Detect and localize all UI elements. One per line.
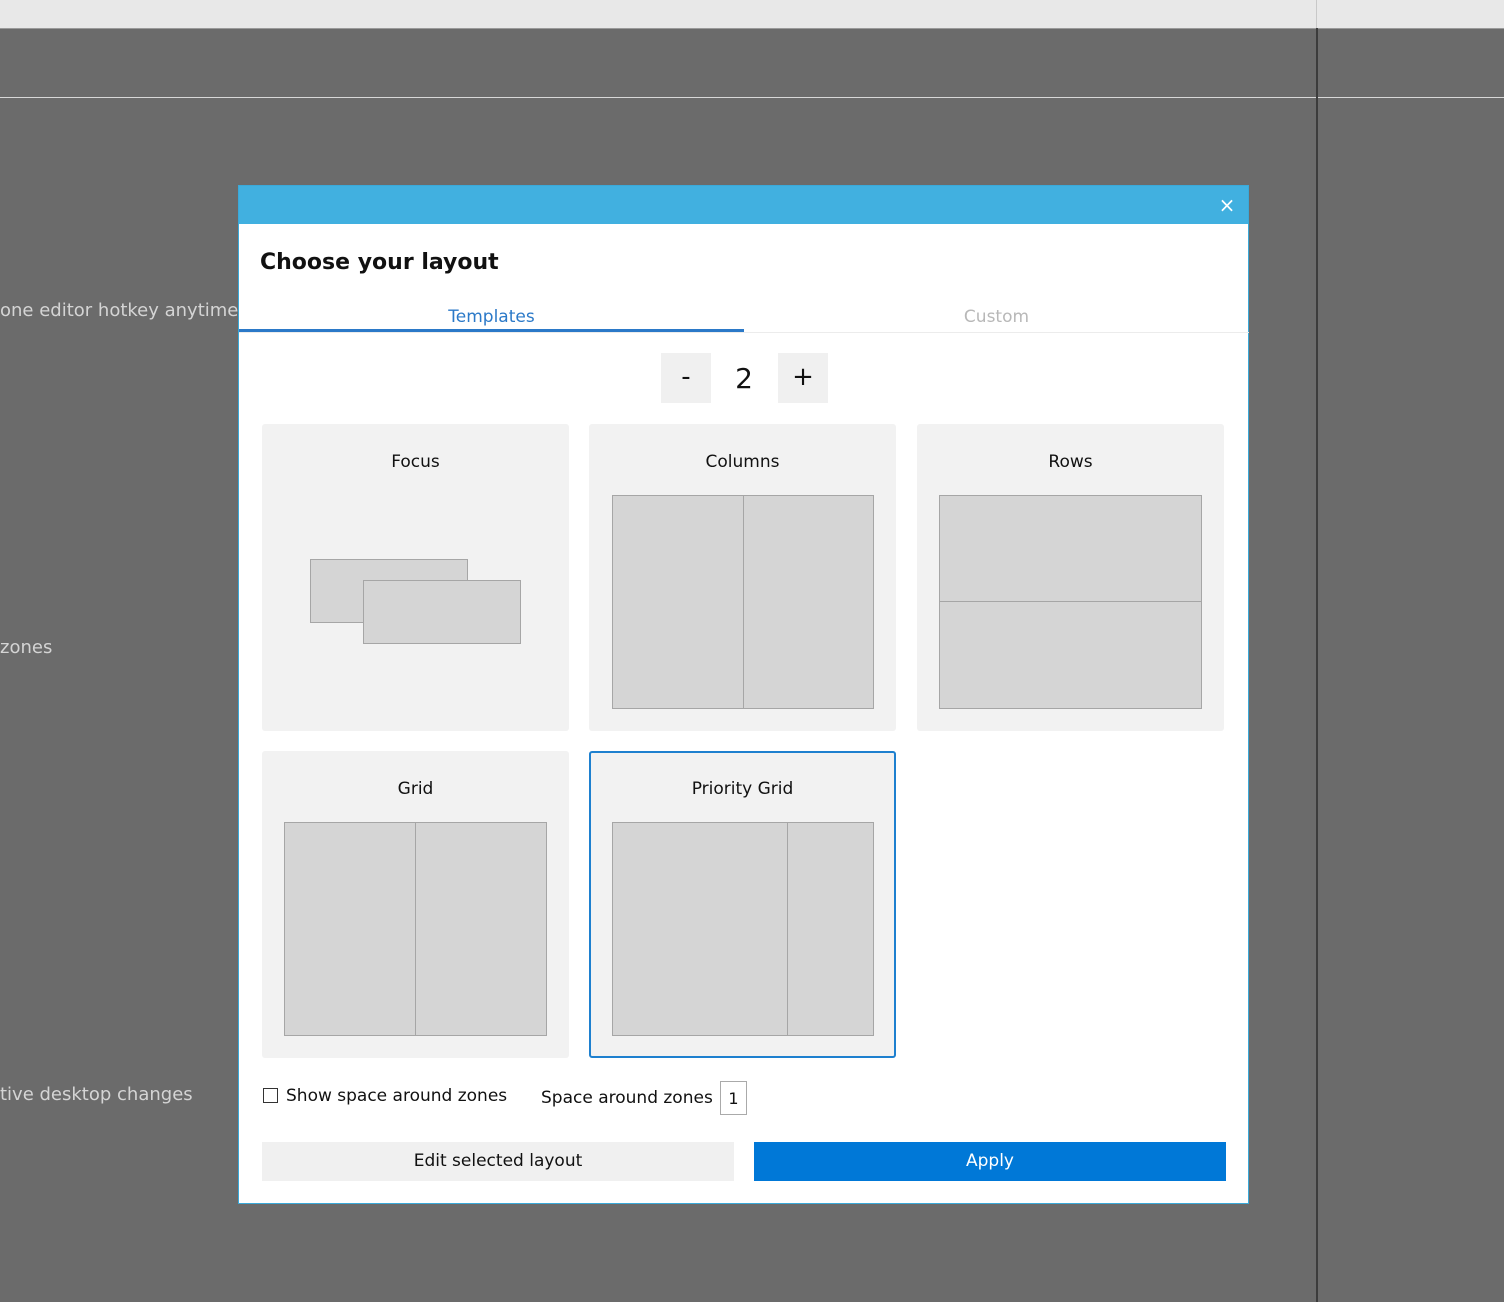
template-title: Grid: [397, 779, 434, 799]
dialog-heading: Choose your layout: [260, 250, 499, 275]
tab-custom[interactable]: Custom: [744, 298, 1249, 332]
show-space-label: Show space around zones: [286, 1086, 508, 1106]
title-strip-divider: [1316, 0, 1317, 28]
background-hotkey-text: one editor hotkey anytime: [0, 300, 239, 321]
tab-templates[interactable]: Templates: [239, 298, 744, 332]
space-around-zones-label: Space around zones: [541, 1088, 713, 1108]
template-title: Focus: [391, 452, 440, 472]
layout-dialog: × Choose your layout Templates Custom - …: [238, 185, 1249, 1204]
template-title: Columns: [705, 452, 780, 472]
template-title: Rows: [1048, 452, 1093, 472]
template-title: Priority Grid: [691, 779, 794, 799]
space-around-zones-input[interactable]: [720, 1081, 747, 1115]
background-desktop-text: tive desktop changes: [0, 1084, 193, 1105]
background-title-strip: [0, 0, 1504, 29]
zone-preview: [612, 822, 789, 1036]
zone-preview: [743, 495, 874, 709]
zone-count-value: 2: [735, 362, 753, 395]
zone-preview: [939, 495, 1202, 603]
template-card-columns[interactable]: Columns: [589, 424, 896, 731]
close-icon[interactable]: ×: [1214, 191, 1240, 219]
zone-preview: [415, 822, 547, 1036]
background-zones-text: zones: [0, 637, 53, 658]
zone-preview: [787, 822, 874, 1036]
zone-preview: [363, 580, 521, 644]
decrease-zones-button[interactable]: -: [661, 353, 711, 403]
increase-zones-button[interactable]: +: [778, 353, 828, 403]
template-card-focus[interactable]: Focus: [262, 424, 569, 731]
background-header-divider: [0, 97, 1504, 98]
template-card-priority-grid[interactable]: Priority Grid: [589, 751, 896, 1058]
template-card-rows[interactable]: Rows: [917, 424, 1224, 731]
apply-button[interactable]: Apply: [754, 1142, 1226, 1181]
zone-preview: [612, 495, 744, 709]
edit-selected-layout-button[interactable]: Edit selected layout: [262, 1142, 734, 1181]
dialog-titlebar: ×: [239, 186, 1248, 224]
template-card-grid[interactable]: Grid: [262, 751, 569, 1058]
show-space-checkbox[interactable]: [263, 1088, 278, 1103]
zone-preview: [939, 601, 1202, 709]
layout-tabs: Templates Custom: [239, 298, 1249, 333]
zone-preview: [284, 822, 417, 1036]
background-vertical-divider: [1316, 28, 1318, 1302]
